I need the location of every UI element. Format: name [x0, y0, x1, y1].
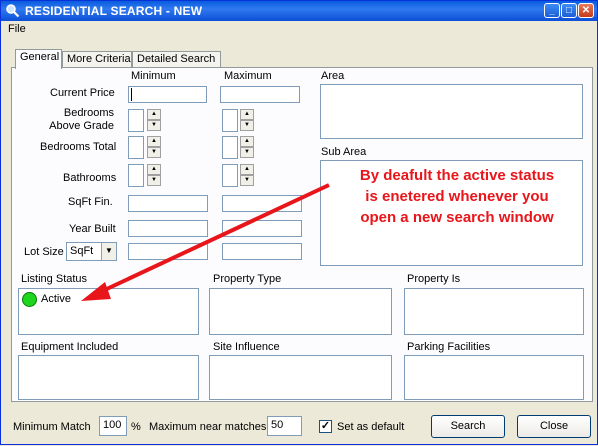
property-type-label: Property Type: [213, 273, 282, 285]
spin-up-icon[interactable]: ▲: [240, 109, 254, 120]
bedrooms-total-min-input[interactable]: [128, 136, 144, 159]
spin-up-icon[interactable]: ▲: [147, 164, 161, 175]
annotation-line-3: open a new search window: [360, 209, 554, 226]
bottom-bar: Minimum Match 100 % Maximum near matches…: [1, 405, 597, 445]
close-window-button[interactable]: ✕: [578, 3, 594, 18]
menu-bar: File: [1, 21, 597, 38]
tab-detailed-search[interactable]: Detailed Search: [132, 51, 221, 68]
bedrooms-total-max-input[interactable]: [222, 136, 238, 159]
spin-down-icon[interactable]: ▼: [147, 120, 161, 131]
annotation-text: By deafult the active status is enetered…: [333, 165, 581, 228]
title-bar[interactable]: RESIDENTIAL SEARCH - NEW _ □ ✕: [1, 1, 597, 21]
minimize-button[interactable]: _: [544, 3, 560, 18]
spin-down-icon[interactable]: ▼: [240, 175, 254, 186]
lot-size-unit-select[interactable]: SqFt ▼: [66, 242, 117, 261]
spin-down-icon[interactable]: ▼: [147, 147, 161, 158]
bathrooms-label: Bathrooms: [63, 172, 117, 184]
maximum-header: Maximum: [224, 70, 272, 82]
lot-size-label: Lot Size: [24, 246, 64, 258]
tab-general[interactable]: General: [15, 49, 62, 69]
spin-up-icon[interactable]: ▲: [240, 136, 254, 147]
bedrooms-total-label: Bedrooms Total: [40, 141, 117, 153]
sqft-max-input[interactable]: [222, 195, 302, 212]
max-near-label: Maximum near matches: [149, 421, 267, 433]
sqft-min-input[interactable]: [128, 195, 208, 212]
year-built-min-input[interactable]: [128, 220, 208, 237]
property-is-label: Property Is: [407, 273, 461, 285]
year-built-label: Year Built: [69, 223, 116, 235]
spin-down-icon[interactable]: ▼: [240, 120, 254, 131]
bedrooms-total-min-spinner[interactable]: ▲ ▼: [147, 136, 161, 159]
property-is-list[interactable]: [404, 288, 584, 335]
min-match-label: Minimum Match: [13, 421, 91, 433]
spin-up-icon[interactable]: ▲: [240, 164, 254, 175]
lot-size-unit-value: SqFt: [70, 245, 94, 257]
listing-status-label: Listing Status: [21, 273, 88, 285]
menu-file[interactable]: File: [8, 23, 26, 35]
year-built-max-input[interactable]: [222, 220, 302, 237]
bathrooms-max-input[interactable]: [222, 164, 238, 187]
area-list[interactable]: [320, 84, 583, 139]
bedrooms-above-min-input[interactable]: [128, 109, 144, 132]
bedrooms-above-min-spinner[interactable]: ▲ ▼: [147, 109, 161, 132]
parking-facilities-list[interactable]: [404, 355, 584, 400]
minimum-header: Minimum: [131, 70, 176, 82]
site-influence-list[interactable]: [209, 355, 392, 400]
spin-up-icon[interactable]: ▲: [147, 136, 161, 147]
current-price-label: Current Price: [50, 87, 115, 99]
spin-up-icon[interactable]: ▲: [147, 109, 161, 120]
search-window: RESIDENTIAL SEARCH - NEW _ □ ✕ File Gene…: [0, 0, 598, 445]
active-status-icon: [22, 292, 37, 307]
equipment-included-list[interactable]: [18, 355, 199, 400]
window-title: RESIDENTIAL SEARCH - NEW: [25, 4, 203, 18]
bedrooms-above-label-1: Bedrooms: [63, 107, 114, 119]
area-label: Area: [321, 70, 345, 82]
sqft-label: SqFt Fin.: [68, 196, 113, 208]
close-button[interactable]: Close: [517, 415, 591, 438]
sub-area-label: Sub Area: [321, 146, 367, 158]
set-default-checkbox[interactable]: ✓: [319, 420, 332, 433]
property-type-list[interactable]: [209, 288, 392, 335]
chevron-down-icon[interactable]: ▼: [101, 243, 116, 260]
tab-more-criteria[interactable]: More Criteria: [62, 51, 132, 68]
bathrooms-max-spinner[interactable]: ▲ ▼: [240, 164, 254, 187]
max-near-input[interactable]: 50: [267, 416, 302, 436]
equipment-included-label: Equipment Included: [21, 341, 119, 353]
set-default-label: Set as default: [337, 421, 405, 433]
bedrooms-above-max-spinner[interactable]: ▲ ▼: [240, 109, 254, 132]
listing-status-active[interactable]: Active: [41, 293, 71, 305]
min-match-input[interactable]: 100: [99, 416, 127, 436]
bedrooms-above-max-input[interactable]: [222, 109, 238, 132]
bedrooms-above-label-2: Above Grade: [49, 120, 114, 132]
percent-label: %: [131, 421, 141, 433]
current-price-max-input[interactable]: [220, 86, 300, 103]
site-influence-label: Site Influence: [213, 341, 280, 353]
maximize-button[interactable]: □: [561, 3, 577, 18]
magnifier-icon: [6, 4, 20, 18]
spin-down-icon[interactable]: ▼: [240, 147, 254, 158]
annotation-line-2: is enetered whenever you: [365, 188, 549, 205]
current-price-min-input[interactable]: [128, 86, 207, 103]
bedrooms-total-max-spinner[interactable]: ▲ ▼: [240, 136, 254, 159]
listing-status-list[interactable]: Active: [18, 288, 199, 335]
bathrooms-min-spinner[interactable]: ▲ ▼: [147, 164, 161, 187]
search-button[interactable]: Search: [431, 415, 505, 438]
parking-facilities-label: Parking Facilities: [407, 341, 491, 353]
lot-size-min-input[interactable]: [128, 243, 208, 260]
spin-down-icon[interactable]: ▼: [147, 175, 161, 186]
lot-size-max-input[interactable]: [222, 243, 302, 260]
bathrooms-min-input[interactable]: [128, 164, 144, 187]
annotation-line-1: By deafult the active status: [359, 167, 555, 184]
